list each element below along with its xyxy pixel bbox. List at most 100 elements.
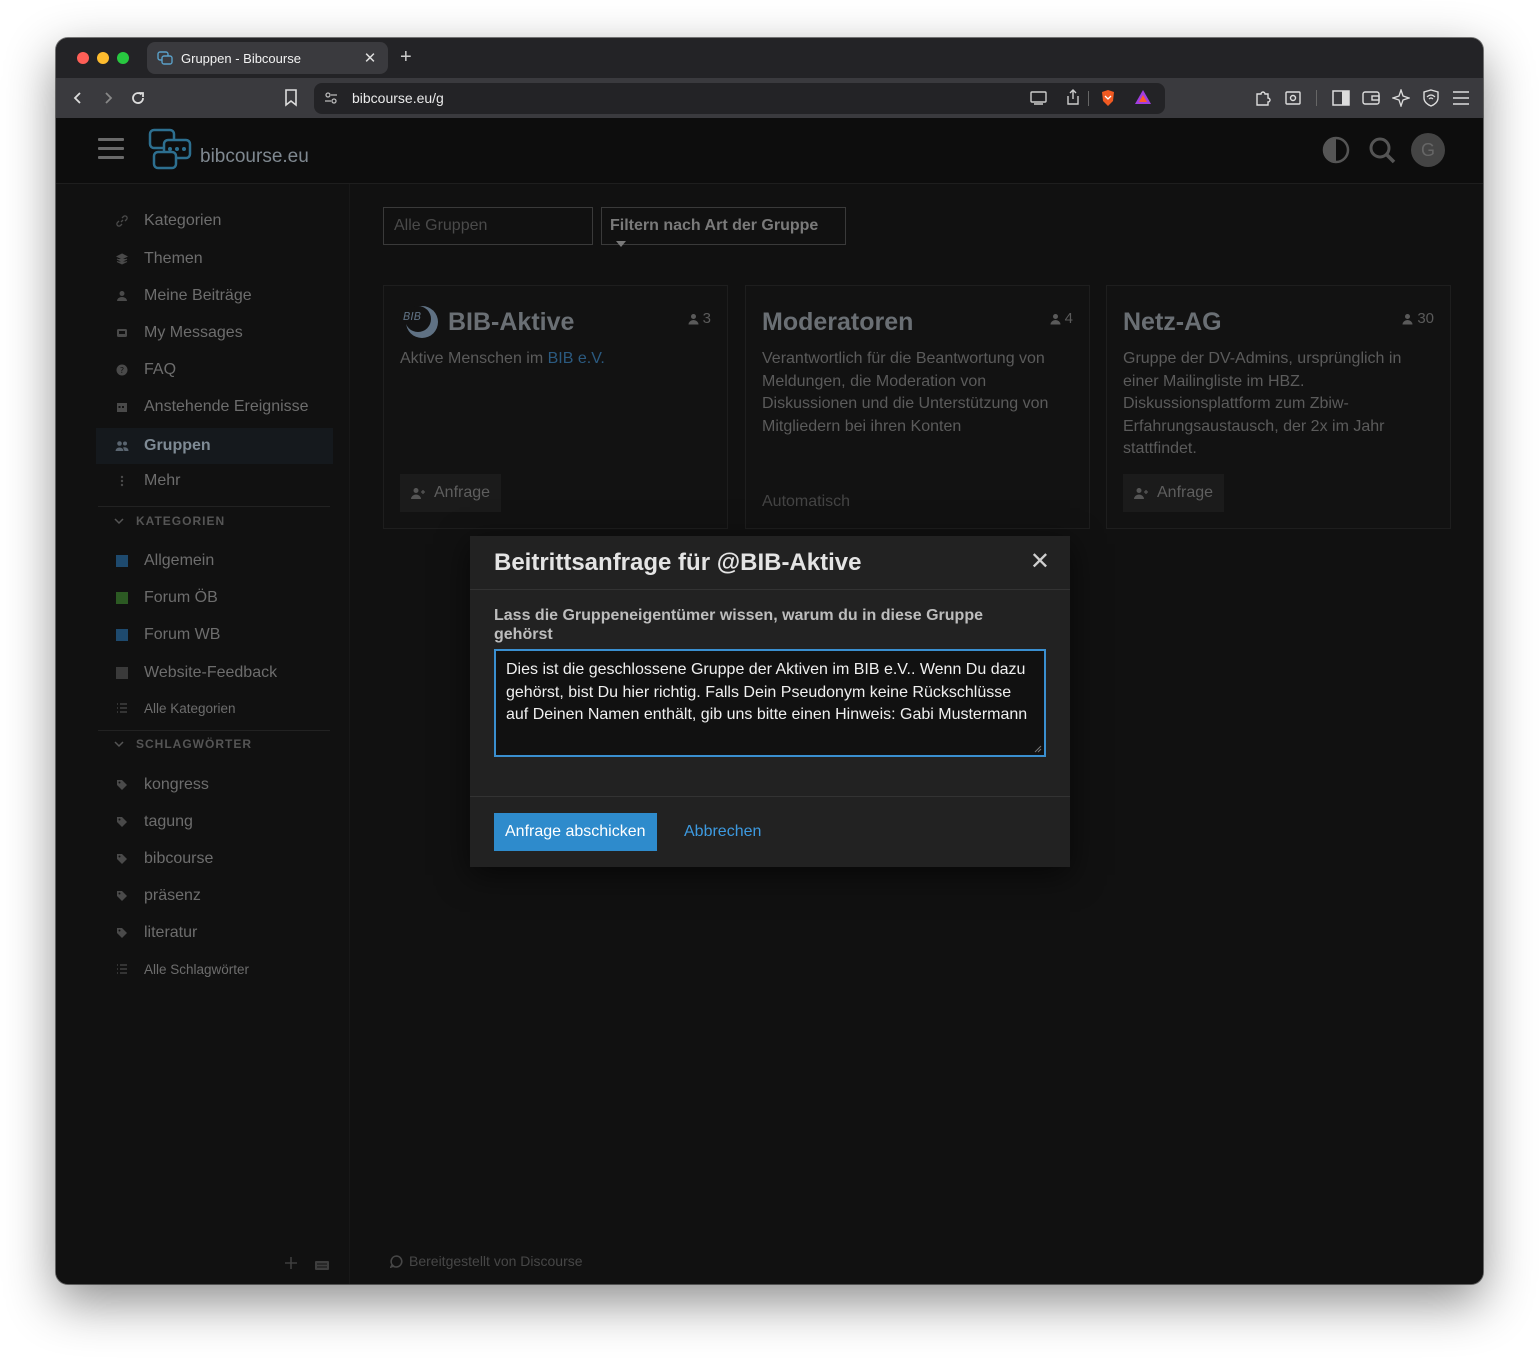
powered-by-discourse[interactable]: Bereitgestellt von Discourse	[390, 1253, 583, 1269]
group-title[interactable]: BIB-Aktive	[448, 308, 574, 337]
reason-textarea[interactable]: Dies ist die geschlossene Gruppe der Akt…	[494, 649, 1046, 757]
group-search-input[interactable]: Alle Gruppen	[383, 207, 593, 245]
sidebar-category-forum-wb[interactable]: Forum WB	[96, 618, 333, 652]
keyboard-shortcuts-icon[interactable]	[314, 1258, 330, 1276]
site-settings-icon[interactable]	[324, 91, 338, 105]
close-icon[interactable]: ✕	[1030, 550, 1050, 574]
list-icon	[114, 703, 130, 713]
sidebar-item-faq[interactable]: ? FAQ	[96, 353, 333, 387]
question-circle-icon: ?	[114, 364, 130, 376]
tag-label: präsenz	[144, 887, 201, 904]
category-color-swatch	[114, 667, 130, 679]
share-icon[interactable]	[1066, 89, 1080, 106]
sidebar-item-themen[interactable]: Themen	[96, 242, 333, 276]
close-window-button[interactable]	[77, 52, 89, 64]
site-favicon-icon	[157, 51, 173, 65]
vpn-icon[interactable]	[1421, 88, 1441, 108]
sidebar-item-my-messages[interactable]: My Messages	[96, 316, 333, 350]
maximize-window-button[interactable]	[117, 52, 129, 64]
brave-rewards-icon[interactable]	[1134, 89, 1152, 105]
chevron-down-icon	[114, 741, 124, 748]
tag-label: tagung	[144, 813, 193, 830]
group-title[interactable]: Moderatoren	[762, 308, 913, 337]
send-request-button[interactable]: Anfrage abschicken	[494, 813, 657, 851]
reason-textarea-value: Dies ist die geschlossene Gruppe der Akt…	[506, 661, 1028, 723]
sidebar-item-anstehende-ereignisse[interactable]: Anstehende Ereignisse	[96, 390, 333, 424]
brave-shield-icon[interactable]	[1100, 89, 1116, 107]
user-avatar[interactable]: G	[1411, 133, 1445, 167]
tab-active[interactable]: Gruppen - Bibcourse ✕	[147, 42, 388, 74]
request-membership-button[interactable]: Anfrage	[1123, 474, 1225, 512]
tag-icon	[114, 779, 130, 791]
categories-section-header[interactable]: KATEGORIEN	[114, 514, 225, 528]
back-icon[interactable]	[66, 86, 90, 110]
group-description-link[interactable]: BIB e.V.	[548, 350, 605, 367]
hamburger-menu-icon[interactable]	[98, 138, 124, 160]
sidebar-category-allgemein[interactable]: Allgemein	[96, 544, 333, 578]
sidebar-tag-bibcourse[interactable]: bibcourse	[96, 842, 333, 876]
sidebar-category-forum-oeb[interactable]: Forum ÖB	[96, 581, 333, 615]
bib-logo-icon: BIB	[403, 306, 438, 338]
group-description: Aktive Menschen im BIB e.V.	[400, 348, 710, 371]
group-card-moderatoren[interactable]: Moderatoren 4 Verantwortlich für die Bea…	[745, 285, 1090, 529]
sidebar-tag-praesenz[interactable]: präsenz	[96, 879, 333, 913]
wallet-icon[interactable]	[1361, 88, 1381, 108]
group-title[interactable]: Netz-AG	[1123, 308, 1222, 337]
categories-heading: KATEGORIEN	[136, 514, 226, 528]
add-section-icon[interactable]	[284, 1256, 298, 1275]
leo-ai-icon[interactable]	[1391, 88, 1411, 108]
sidebar-tag-literatur[interactable]: literatur	[96, 916, 333, 950]
minimize-window-button[interactable]	[97, 52, 109, 64]
modal-title: Beitrittsanfrage für @BIB-Aktive	[494, 549, 862, 576]
calendar-icon	[114, 401, 130, 413]
sidebar-item-gruppen[interactable]: Gruppen	[96, 428, 333, 464]
site-name[interactable]: bibcourse.eu	[200, 146, 309, 168]
group-type-filter-dropdown[interactable]: Filtern nach Art der Gruppe	[601, 207, 846, 247]
request-membership-button[interactable]: Anfrage	[400, 474, 502, 512]
tab-bar: Gruppen - Bibcourse ✕ +	[56, 38, 1483, 78]
caret-down-icon	[616, 240, 626, 247]
resize-handle-icon[interactable]	[1034, 745, 1042, 753]
site-header: bibcourse.eu G	[56, 118, 1483, 184]
sidebar-divider	[98, 730, 330, 731]
forward-icon[interactable]	[96, 86, 120, 110]
sidebar-tag-tagung[interactable]: tagung	[96, 805, 333, 839]
theme-toggle-icon[interactable]	[1320, 134, 1352, 166]
group-description: Gruppe der DV-Admins, ursprünglich in ei…	[1123, 350, 1402, 457]
group-card-bib-aktive[interactable]: BIB BIB-Aktive 3 Aktive Menschen im BIB …	[383, 285, 728, 529]
bookmark-icon[interactable]	[279, 86, 303, 110]
layers-icon	[114, 253, 130, 265]
tab-title: Gruppen - Bibcourse	[181, 50, 301, 66]
cast-icon[interactable]	[1030, 91, 1048, 105]
tag-icon	[114, 853, 130, 865]
sidebar-item-meine-beitraege[interactable]: Meine Beiträge	[96, 279, 333, 313]
sidebar-item-mehr[interactable]: Mehr	[96, 464, 333, 498]
search-icon[interactable]	[1366, 134, 1398, 166]
sidebar-category-website-feedback[interactable]: Website-Feedback	[96, 656, 333, 690]
svg-text:?: ?	[120, 366, 124, 375]
group-card-netz-ag[interactable]: Netz-AG 30 Gruppe der DV-Admins, ursprün…	[1106, 285, 1451, 529]
sidebar-all-tags[interactable]: Alle Schlagwörter	[96, 952, 333, 986]
category-label: Allgemein	[144, 552, 215, 569]
url-bar[interactable]: bibcourse.eu/g	[314, 83, 1165, 114]
extensions-icon[interactable]	[1253, 88, 1273, 108]
tab-close-icon[interactable]: ✕	[362, 49, 378, 67]
user-icon	[1050, 313, 1061, 324]
sidebar-all-categories[interactable]: Alle Kategorien	[96, 691, 333, 725]
sidebar-border	[349, 184, 350, 1284]
menu-icon[interactable]	[1451, 88, 1471, 108]
category-label: Website-Feedback	[144, 664, 278, 681]
new-tab-button[interactable]: +	[400, 46, 412, 69]
screenshot-icon[interactable]	[1283, 88, 1303, 108]
group-type-filter-label: Filtern nach Art der Gruppe	[610, 217, 819, 234]
cancel-button[interactable]: Abbrechen	[684, 823, 761, 841]
sidebar-item-kategorien[interactable]: Kategorien	[96, 204, 333, 238]
url-text[interactable]: bibcourse.eu/g	[352, 90, 444, 106]
sidebar-toggle-icon[interactable]	[1331, 88, 1351, 108]
tags-section-header[interactable]: SCHLAGWÖRTER	[114, 737, 252, 751]
discourse-logo-icon	[390, 1254, 403, 1268]
sidebar-tag-kongress[interactable]: kongress	[96, 768, 333, 802]
reload-icon[interactable]	[126, 86, 150, 110]
browser-window: Gruppen - Bibcourse ✕ + bibcourse.eu/g b…	[56, 38, 1483, 1284]
bibcourse-logo-icon[interactable]	[148, 128, 194, 172]
